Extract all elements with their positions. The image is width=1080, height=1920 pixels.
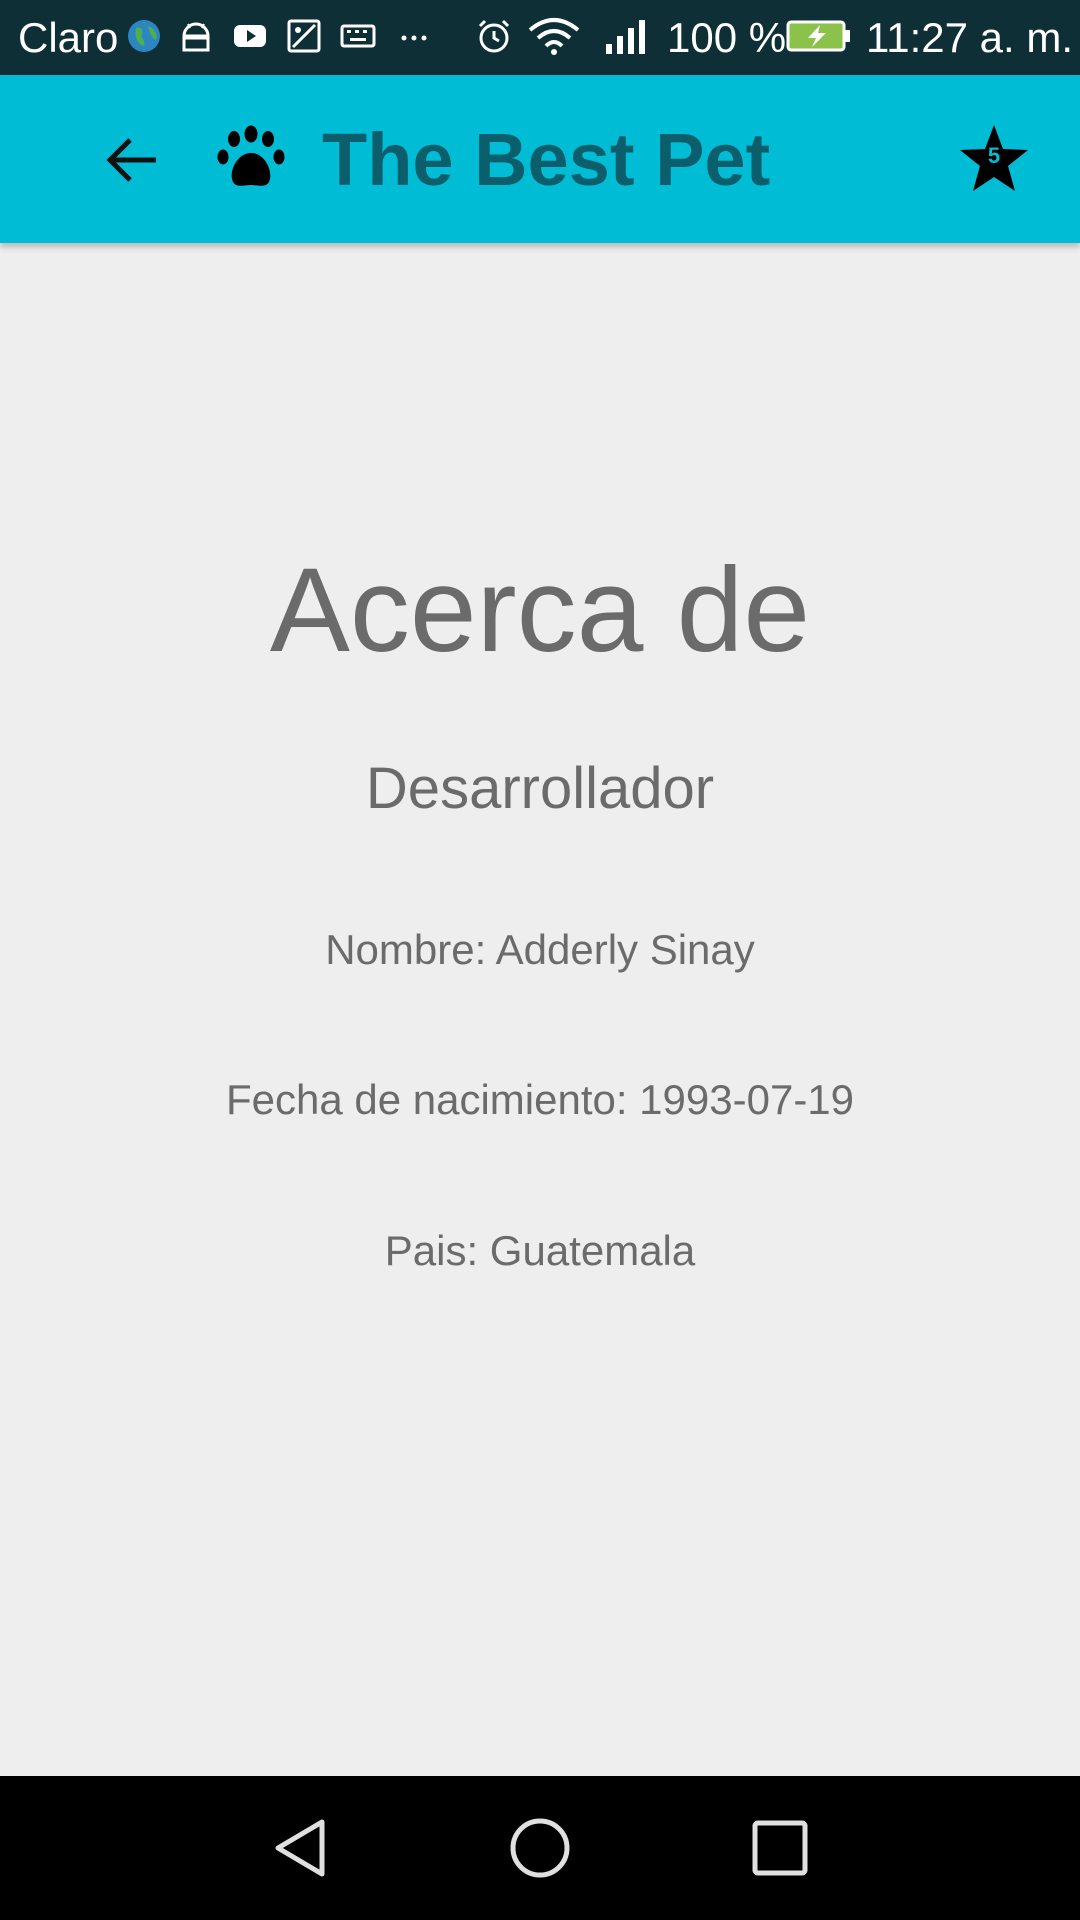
keyboard-icon [340, 24, 376, 48]
more-icon [401, 35, 427, 41]
section-heading: Desarrollador [365, 756, 715, 821]
developer-country: Pais: Guatemala [384, 1227, 696, 1274]
paw-icon [217, 125, 285, 186]
android-icon [182, 22, 210, 52]
developer-birthdate: Fecha de nacimiento: 1993-07-19 [225, 1076, 855, 1123]
carrier-name: Claro [18, 14, 119, 61]
page-title: Acerca de [269, 543, 811, 677]
signal-icon [606, 20, 645, 54]
system-nav-bar [0, 1776, 1080, 1920]
recents-square-icon[interactable] [746, 1814, 814, 1882]
youtube-icon [234, 25, 266, 47]
globe-icon [128, 20, 160, 52]
favorites-star-button[interactable]: 5 [958, 123, 1030, 195]
home-circle-icon[interactable] [506, 1814, 574, 1882]
alarm-icon [478, 19, 510, 53]
battery-charging-icon [786, 20, 850, 52]
back-arrow-icon[interactable] [96, 125, 166, 195]
wifi-icon [528, 18, 580, 55]
battery-percent: 100 % [667, 14, 787, 61]
app-bar: The Best Pet 5 [0, 75, 1080, 243]
clock-time: 11:27 a. m. [866, 14, 1074, 61]
back-triangle-icon[interactable] [266, 1814, 334, 1882]
gallery-icon [287, 19, 321, 53]
status-bar: Claro 100 % 11:27 a. m. [0, 0, 1080, 75]
app-title: The Best Pet [322, 118, 771, 201]
developer-name: Nombre: Adderly Sinay [325, 926, 755, 973]
favorites-count-badge: 5 [987, 143, 1001, 168]
